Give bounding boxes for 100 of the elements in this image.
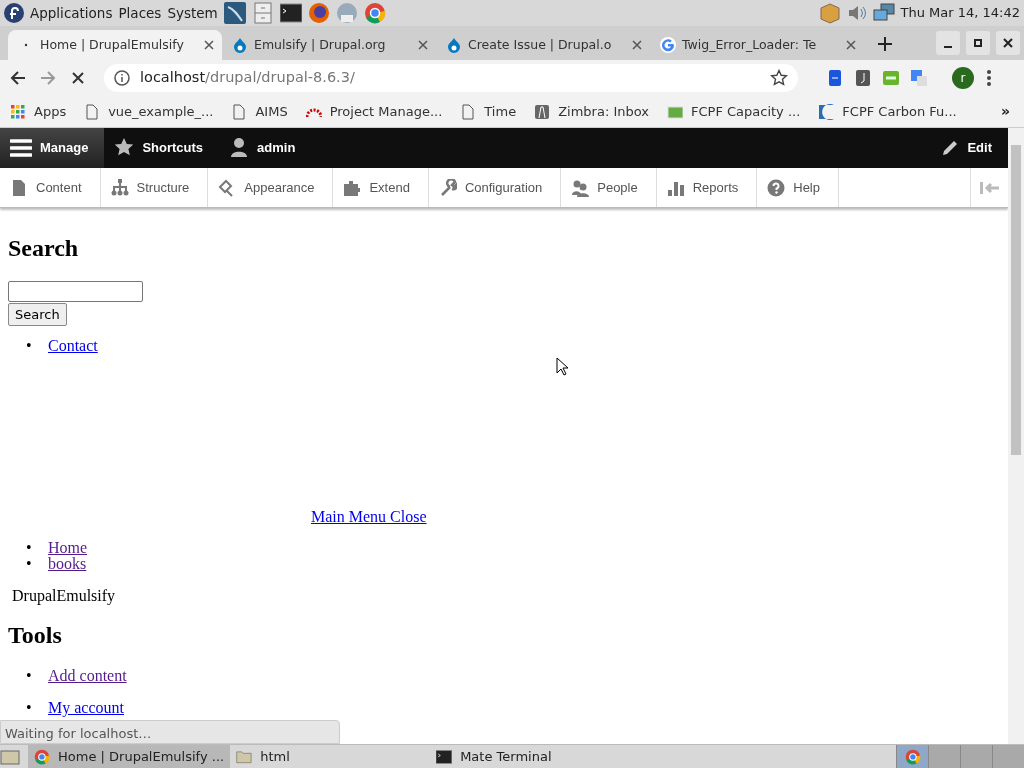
- search-field[interactable]: [8, 280, 143, 302]
- tray-menu-item[interactable]: Configuration: [428, 168, 562, 207]
- chrome-icon: [34, 748, 50, 765]
- menu-link[interactable]: Add content: [48, 667, 127, 685]
- tab-title: Emulsify | Drupal.org: [254, 35, 387, 54]
- workspace-switcher[interactable]: [992, 745, 1024, 768]
- close-tab-icon[interactable]: [846, 40, 856, 50]
- help-icon: [767, 178, 786, 197]
- network-icon[interactable]: [872, 3, 895, 23]
- toolbar-tab[interactable]: admin: [219, 128, 312, 168]
- menu-link[interactable]: books: [48, 555, 87, 573]
- bookmark[interactable]: Time: [460, 101, 517, 122]
- bookmark[interactable]: Project Manage...: [305, 101, 443, 122]
- section-heading: Search: [8, 234, 80, 263]
- workspace-switcher[interactable]: [960, 745, 992, 768]
- drupal-drop-icon: [232, 37, 248, 53]
- address-bar[interactable]: localhost/drupal/drupal-8.6.3/: [104, 64, 798, 92]
- workspace-switcher[interactable]: [896, 745, 928, 768]
- workspace-switcher[interactable]: [928, 745, 960, 768]
- bookmark[interactable]: Apps: [10, 101, 67, 122]
- bookmark[interactable]: vue_example_...: [84, 101, 214, 122]
- panel-menu[interactable]: Applications: [30, 2, 113, 24]
- maximize-icon: [971, 36, 985, 50]
- toolbar-tab[interactable]: Shortcuts: [104, 128, 220, 168]
- edit-button[interactable]: Edit: [931, 128, 1008, 168]
- profile-avatar[interactable]: r: [952, 67, 974, 89]
- tray-menu-item[interactable]: Help: [757, 168, 839, 207]
- bookmark[interactable]: FCPF Carbon Fu...: [818, 101, 957, 122]
- scrollbar[interactable]: [1008, 128, 1024, 744]
- close-tab-icon[interactable]: [204, 40, 214, 50]
- taskbar-window-button[interactable]: Mate Terminal: [430, 745, 558, 768]
- terminal-icon[interactable]: [279, 2, 302, 24]
- tab-title: Create Issue | Drupal.o: [468, 35, 613, 54]
- menu-link[interactable]: Home: [48, 539, 88, 557]
- mouse-pointer-icon: [556, 357, 568, 376]
- minimize-icon: [944, 46, 952, 48]
- clock[interactable]: Thu Mar 14, 14:42: [900, 3, 1020, 23]
- url-text: localhost/drupal/drupal-8.6.3/: [140, 68, 356, 88]
- tray-menu-item[interactable]: Appearance: [208, 168, 334, 207]
- main-menu-close-link[interactable]: Main Menu Close: [311, 508, 427, 526]
- close-tab-icon[interactable]: [418, 40, 428, 50]
- bookmark[interactable]: AIMS: [231, 101, 288, 122]
- bookmarks-more-button[interactable]: »: [1000, 101, 1010, 122]
- google-g-icon: [660, 37, 676, 53]
- list-bullet: •: [25, 336, 33, 357]
- tray-menu-item[interactable]: Reports: [656, 168, 758, 207]
- tray-menu-item[interactable]: Extend: [333, 168, 429, 207]
- page-icon: [84, 103, 101, 120]
- folder-icon: [236, 748, 253, 765]
- info-icon: [114, 70, 130, 86]
- scrollbar-thumb[interactable]: [1011, 145, 1021, 455]
- browser-tab[interactable]: Twig_Error_Loader: Te: [650, 30, 864, 60]
- browser-tab[interactable]: Home | DrupalEmulsify: [8, 30, 222, 60]
- chrome-icon: [904, 748, 921, 765]
- bookmark[interactable]: Zimbra: Inbox: [534, 101, 649, 122]
- tray-menu-item[interactable]: Structure: [100, 168, 209, 207]
- taskbar-window-button[interactable]: html: [230, 745, 431, 768]
- chrome-icon[interactable]: [363, 2, 386, 24]
- drupal-drop-icon: [446, 37, 462, 53]
- page-icon: [231, 103, 248, 120]
- panel-menu[interactable]: System: [167, 2, 218, 24]
- j-extension-icon[interactable]: [854, 69, 872, 87]
- menu-link[interactable]: Contact: [48, 337, 98, 355]
- close-button[interactable]: [996, 31, 1020, 55]
- translate-extension-icon[interactable]: [910, 69, 928, 87]
- terminal-icon: [436, 748, 453, 765]
- bracket-extension-icon[interactable]: [826, 69, 844, 87]
- tab-title: Twig_Error_Loader: Te: [682, 35, 818, 54]
- bookmark[interactable]: FCPF Capacity ...: [667, 101, 801, 122]
- sitemap-icon: [110, 178, 129, 197]
- tab-title: Home | DrupalEmulsify: [40, 35, 185, 54]
- maximize-button[interactable]: [966, 31, 990, 55]
- card-icon: [667, 103, 683, 120]
- panel-menu[interactable]: Places: [118, 2, 162, 24]
- site-name: DrupalEmulsify: [12, 586, 117, 607]
- close-tab-icon[interactable]: [632, 40, 642, 50]
- close-icon: [1001, 36, 1015, 50]
- toolbar-tab[interactable]: Manage: [0, 128, 105, 168]
- hamburger-menu-icon: [10, 137, 32, 159]
- puzzle-piece-icon: [343, 178, 362, 197]
- people-icon: [571, 178, 590, 197]
- page-icon: [460, 103, 477, 120]
- tray-menu-item[interactable]: People: [561, 168, 657, 207]
- browser-tab[interactable]: Emulsify | Drupal.org: [222, 30, 436, 60]
- fedora-logo-icon[interactable]: [4, 3, 24, 23]
- more-menu-icon[interactable]: [984, 68, 994, 88]
- bookmark-star-icon[interactable]: [770, 69, 788, 87]
- new-tab-icon[interactable]: [878, 37, 892, 51]
- file-icon: [10, 178, 28, 197]
- search-button[interactable]: Search: [8, 302, 67, 327]
- tray-menu-item[interactable]: Content: [0, 168, 101, 207]
- menu-link[interactable]: My account: [48, 699, 124, 717]
- user-icon: [229, 137, 250, 159]
- taskbar-window-button[interactable]: Home | DrupalEmulsify ...: [28, 745, 231, 768]
- volume-icon[interactable]: [846, 3, 867, 23]
- list-bullet: •: [25, 540, 33, 557]
- minimize-button[interactable]: [936, 31, 960, 55]
- pencil-icon: [941, 139, 960, 157]
- apps-grid-icon: [10, 103, 26, 120]
- browser-tab[interactable]: Create Issue | Drupal.o: [436, 30, 650, 60]
